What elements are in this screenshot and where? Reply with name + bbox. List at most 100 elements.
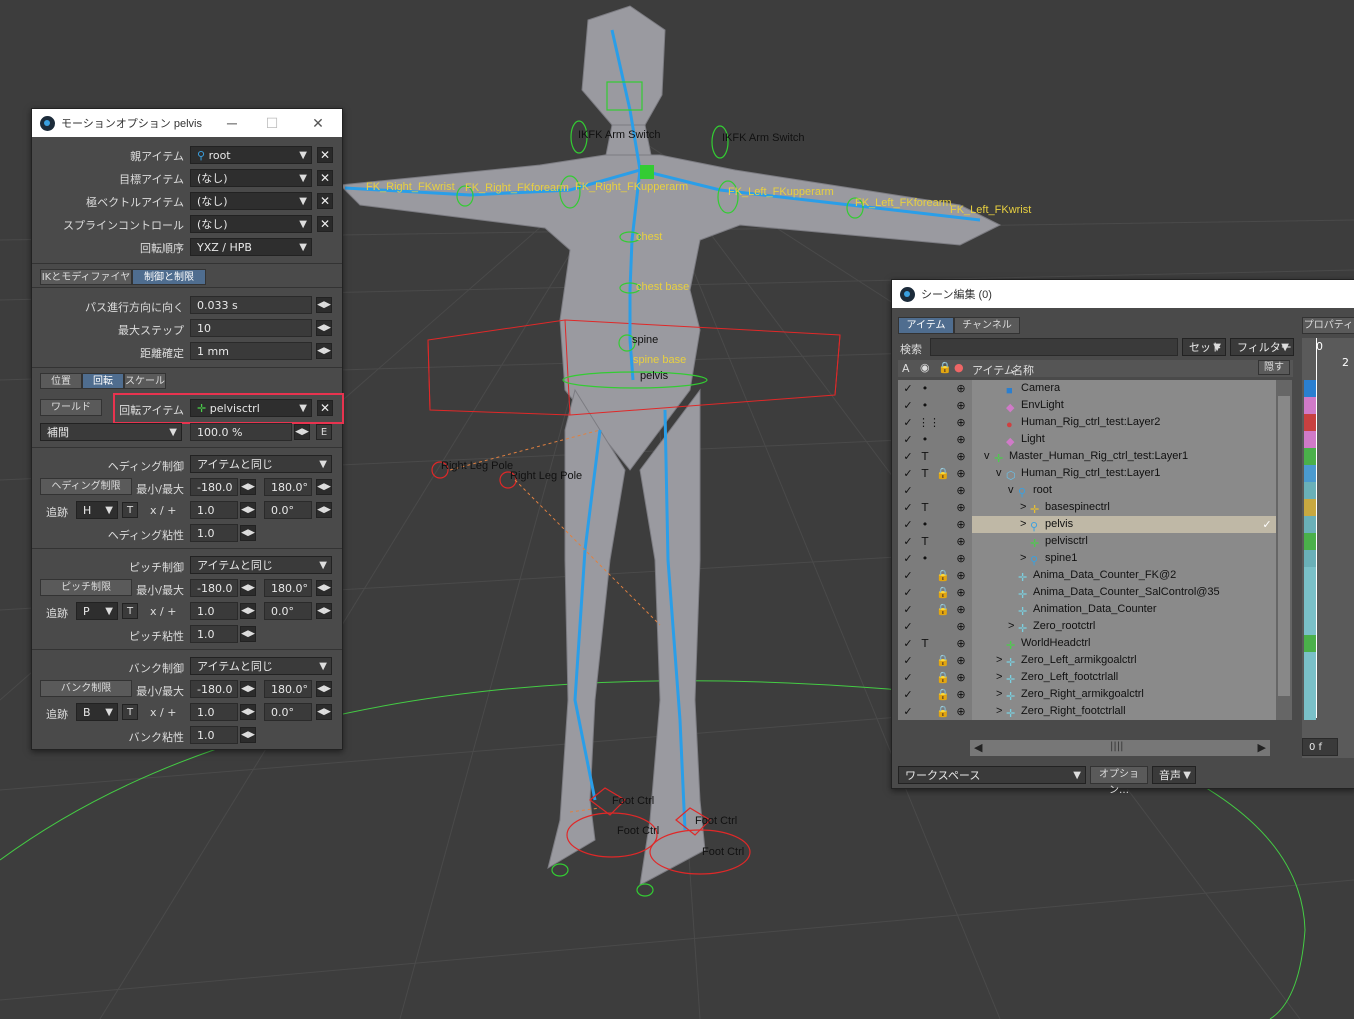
pitch-stickiness-field[interactable]: 1.0 — [190, 625, 238, 643]
heading-multiplier-spinner[interactable]: ◀▶ — [240, 502, 256, 518]
expand-toggle[interactable]: > — [1020, 516, 1030, 533]
pitch-limits-button[interactable]: ピッチ制限 — [40, 579, 132, 596]
active-checkbox[interactable]: ✓ — [902, 584, 914, 601]
expand-toggle[interactable]: > — [996, 686, 1006, 703]
visibility-toggle[interactable]: • — [918, 380, 932, 397]
filter-button[interactable]: フィルター ▼ — [1230, 338, 1294, 356]
visibility-toggle[interactable] — [918, 686, 932, 703]
visibility-toggle[interactable] — [918, 618, 932, 635]
options-button[interactable]: オプション… — [1090, 766, 1148, 796]
max-steps-spinner[interactable]: ◀▶ — [316, 320, 332, 336]
target-icon[interactable]: ⊕ — [954, 584, 968, 601]
minimize-button[interactable]: ─ — [212, 109, 252, 137]
heading-t-button[interactable]: T — [122, 502, 138, 518]
pitch-multiplier-field[interactable]: 1.0 — [190, 602, 238, 620]
active-checkbox[interactable]: ✓ — [902, 414, 914, 431]
heading-multiplier-field[interactable]: 1.0 — [190, 501, 238, 519]
heading-min-field[interactable]: -180.0 — [190, 478, 238, 496]
target-icon[interactable]: ⊕ — [954, 550, 968, 567]
table-row[interactable]: ✓ • ⊕ ◆ Light — [898, 431, 1276, 448]
active-checkbox[interactable]: ✓ — [902, 397, 914, 414]
visibility-toggle[interactable] — [918, 703, 932, 720]
scene-titlebar[interactable]: シーン編集 (0) — [892, 280, 1354, 308]
active-checkbox[interactable]: ✓ — [902, 482, 914, 499]
visibility-toggle[interactable] — [918, 567, 932, 584]
pitch-t-button[interactable]: T — [122, 603, 138, 619]
set-button[interactable]: セット ▼ — [1182, 338, 1226, 356]
table-row[interactable]: ✓ 🔒 ⊕ > ✛ Zero_Right_footctrlall — [898, 703, 1276, 720]
bank-track-axis-dropdown[interactable]: B ▼ — [76, 703, 118, 721]
expand-toggle[interactable]: v — [1008, 482, 1018, 499]
expand-toggle[interactable]: > — [996, 703, 1006, 720]
lock-toggle[interactable]: 🔒 — [936, 652, 950, 669]
motion-titlebar[interactable]: モーションオプション pelvis ─ ☐ ✕ — [32, 109, 342, 137]
visibility-toggle[interactable] — [918, 652, 932, 669]
visibility-toggle[interactable] — [918, 482, 932, 499]
parent-item-dropdown[interactable]: ⚲ root ▼ — [190, 146, 312, 164]
hide-button[interactable]: 隠す — [1258, 360, 1290, 375]
active-checkbox[interactable]: ✓ — [902, 380, 914, 397]
eye-icon[interactable]: ◉ — [920, 361, 930, 374]
target-icon[interactable]: ⊕ — [954, 567, 968, 584]
clear-target-button[interactable]: ✕ — [317, 170, 333, 186]
pitch-track-axis-dropdown[interactable]: P ▼ — [76, 602, 118, 620]
pitch-min-spinner[interactable]: ◀▶ — [240, 580, 256, 596]
active-checkbox[interactable]: ✓ — [902, 533, 914, 550]
table-row[interactable]: ✓ ⋮⋮ ⊕ ● Human_Rig_ctrl_test:Layer2 — [898, 414, 1276, 431]
audio-dropdown[interactable]: 音声 ▼ — [1152, 766, 1196, 784]
lock-icon[interactable]: 🔒 — [938, 361, 952, 374]
pitch-offset-spinner[interactable]: ◀▶ — [316, 603, 332, 619]
workspace-dropdown[interactable]: ワークスペース ▼ — [898, 766, 1086, 784]
pitch-min-field[interactable]: -180.0 — [190, 579, 238, 597]
active-checkbox[interactable]: ✓ — [902, 567, 914, 584]
lock-toggle[interactable] — [936, 550, 950, 567]
visibility-toggle[interactable]: T — [918, 448, 932, 465]
column-a[interactable]: A — [902, 362, 910, 375]
heading-offset-spinner[interactable]: ◀▶ — [316, 502, 332, 518]
active-checkbox[interactable]: ✓ — [902, 465, 914, 482]
table-row[interactable]: ✓ 🔒 ⊕ ✛ Anima_Data_Counter_SalControl@35 — [898, 584, 1276, 601]
visibility-toggle[interactable] — [918, 669, 932, 686]
blend-spinner[interactable]: ◀▶ — [294, 424, 310, 440]
table-row[interactable]: ✓ T ⊕ v ✛ Master_Human_Rig_ctrl_test:Layer1 — [898, 448, 1276, 465]
lock-toggle[interactable]: 🔒 — [936, 584, 950, 601]
lock-toggle[interactable] — [936, 448, 950, 465]
heading-track-axis-dropdown[interactable]: H ▼ — [76, 501, 118, 519]
active-checkbox[interactable]: ✓ — [902, 686, 914, 703]
visibility-toggle[interactable]: ⋮⋮ — [918, 414, 940, 431]
table-row[interactable]: ✓ ⊕ > ✛ Zero_rootctrl — [898, 618, 1276, 635]
target-icon[interactable]: ⊕ — [954, 686, 968, 703]
visibility-toggle[interactable] — [918, 601, 932, 618]
active-checkbox[interactable]: ✓ — [902, 618, 914, 635]
visibility-toggle[interactable]: T — [918, 499, 932, 516]
clear-parent-button[interactable]: ✕ — [317, 147, 333, 163]
tab-controllers-limits[interactable]: 制御と制限 — [132, 269, 206, 285]
visibility-toggle[interactable]: T — [918, 533, 932, 550]
table-row[interactable]: ✓ T ⊕ > ✛ basespinectrl — [898, 499, 1276, 516]
target-icon[interactable]: ⊕ — [954, 482, 968, 499]
bank-multiplier-field[interactable]: 1.0 — [190, 703, 238, 721]
bank-max-field[interactable]: 180.0° — [264, 680, 312, 698]
table-row[interactable]: ✓ T 🔒 ⊕ v ⬡ Human_Rig_ctrl_test:Layer1 — [898, 465, 1276, 482]
visibility-toggle[interactable]: • — [918, 397, 932, 414]
lock-toggle[interactable] — [936, 431, 950, 448]
lock-toggle[interactable] — [936, 618, 950, 635]
visibility-toggle[interactable]: T — [918, 465, 932, 482]
heading-control-dropdown[interactable]: アイテムと同じ ▼ — [190, 455, 332, 473]
target-icon[interactable]: ⊕ — [954, 465, 968, 482]
table-row[interactable]: ✓ • ⊕ ◆ EnvLight — [898, 397, 1276, 414]
envelope-button[interactable]: E — [316, 424, 332, 440]
tab-channels[interactable]: チャンネル — [954, 317, 1020, 334]
tab-ik-modifiers[interactable]: IKとモディファイヤ — [40, 269, 132, 285]
path-align-field[interactable]: 0.033 s — [190, 296, 312, 314]
lock-toggle[interactable] — [936, 482, 950, 499]
target-icon[interactable]: ⊕ — [954, 516, 968, 533]
color-column-icon[interactable]: ● — [954, 361, 964, 374]
distance-field[interactable]: 1 mm — [190, 342, 312, 360]
tab-items[interactable]: アイテム — [898, 317, 954, 334]
pitch-offset-field[interactable]: 0.0° — [264, 602, 312, 620]
column-name[interactable]: 名称 — [1012, 362, 1034, 378]
lock-toggle[interactable] — [936, 635, 950, 652]
target-icon[interactable]: ⊕ — [954, 601, 968, 618]
playhead[interactable] — [1316, 338, 1317, 718]
